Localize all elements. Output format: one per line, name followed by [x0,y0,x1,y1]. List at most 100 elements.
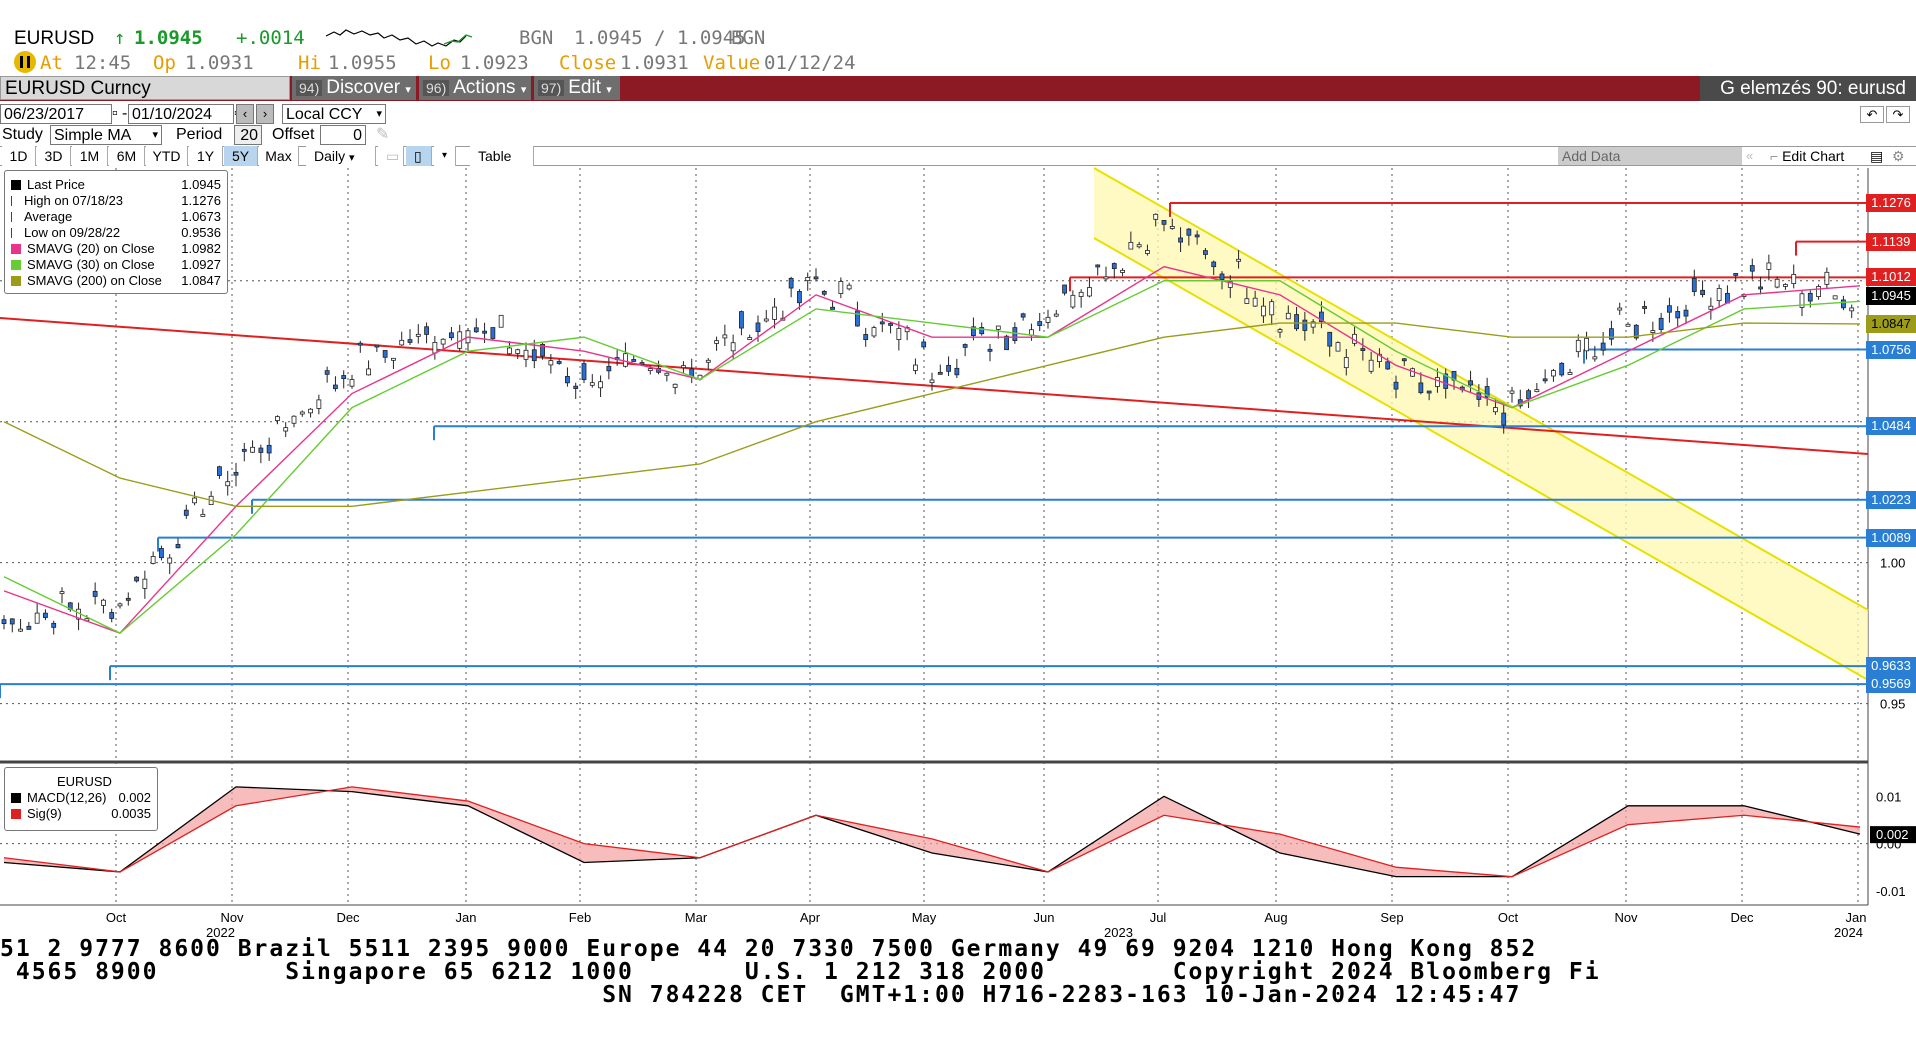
candle-up [299,411,305,415]
candle-down [1111,263,1117,269]
price-tag-0.9633: 0.9633 [1866,657,1916,676]
candle-up [1120,269,1125,273]
candle-down [183,509,189,516]
candle-up [316,399,322,409]
candle-up [1509,390,1515,394]
candle-down [606,365,612,372]
candle-down [341,375,347,380]
candle-down [1600,342,1606,351]
candle-down [43,612,48,618]
candle-down [1385,361,1391,370]
candle-down [921,341,927,348]
legend-item: Last Price [11,177,85,192]
candle-down [739,311,744,329]
candle-down [374,344,380,348]
price-tag-1.0945: 1.0945 [1866,287,1916,306]
candle-up [1766,262,1772,270]
ticker-line-3: SN 784228 CET GMT+1:00 H716-2283-163 10-… [0,982,1522,1008]
candle-down [946,364,951,372]
candle-down [987,348,993,352]
price-tag-1.0756: 1.0756 [1866,340,1916,359]
candle-down [92,590,98,597]
legend-swatch [11,260,21,270]
macd-line [3,786,1861,878]
candle-down [1418,382,1424,394]
candle-down [1526,390,1531,400]
candle-down [266,444,272,454]
candle-down [159,548,164,559]
macd-value: 0.002 [118,790,151,805]
candle-down [1426,390,1432,394]
candle-down [1675,311,1681,319]
candle-up [432,342,438,354]
candle-up [1136,244,1142,248]
price-tag-1.0847: 1.0847 [1866,314,1916,333]
month-label: May [912,910,937,925]
candle-up [366,368,371,376]
candle-down [531,349,537,362]
candle-down [1020,313,1026,318]
candle-up [1783,284,1788,287]
month-label: Jul [1150,910,1167,925]
signal-label: Sig(9) [27,806,62,821]
candle-down [51,622,57,628]
candle-down [1178,237,1183,243]
candle-up [1716,288,1722,302]
candle-down [134,576,139,582]
macd-fill [4,786,1860,877]
macd-axis-tick: -0.01 [1876,884,1906,899]
candle-up [1832,295,1838,300]
candle-down [788,277,794,289]
candle-up [1774,278,1780,288]
candle-down [125,597,131,601]
candle-down [954,367,960,376]
candle-down [1219,273,1225,280]
candle-down [1559,362,1565,376]
candle-up [647,368,653,372]
candle-down [1012,327,1018,341]
legend-item: Low on 09/28/22 [11,225,120,240]
macd-tag-label: 0.002 [1876,827,1909,842]
candle-down [1327,331,1333,347]
candle-down [639,362,645,365]
candle-down [1667,305,1672,313]
price-tag-1.0484: 1.0484 [1866,417,1916,436]
candle-up [1078,291,1084,297]
legend-swatch [11,180,21,190]
candle-up [763,318,769,322]
candle-down [26,625,32,630]
candle-up [1791,273,1797,284]
legend-swatch [11,244,21,254]
legend-value: 1.0945 [181,177,221,192]
candle-up [705,359,711,363]
candle-down [937,371,943,375]
candle-up [1335,342,1341,352]
candle-down [1658,317,1664,330]
candle-up [1368,359,1374,372]
legend-swatch [11,196,18,206]
candle-up [805,277,811,282]
candle-up [589,382,595,386]
price-legend: Last Price 1.0945 High on 07/18/23 1.1276 Av… [4,170,228,294]
candle-down [1302,319,1308,331]
candle-up [1824,271,1830,285]
candle-up [913,364,918,371]
month-label: Jan [1846,910,1867,925]
month-label: Nov [220,910,244,925]
candle-down [1401,358,1407,362]
price-chart[interactable]: 1.000.950.010.00-0.010.002Oct Nov Dec Jan Fe… [0,0,1916,1051]
candle-down [1211,261,1217,268]
candle-down [333,384,338,390]
candle-down [1,619,7,624]
candle-down [1501,412,1507,426]
signal-legend-item: Sig(9) [11,806,62,821]
candle-up [142,578,148,589]
candle-down [1186,228,1192,236]
candle-down [888,323,893,326]
candle-up [1435,377,1440,387]
candle-up [1261,305,1266,317]
candle-down [1542,378,1548,382]
macd-swatch [11,793,21,803]
candle-up [1343,357,1349,369]
legend-item: Average [11,209,72,224]
